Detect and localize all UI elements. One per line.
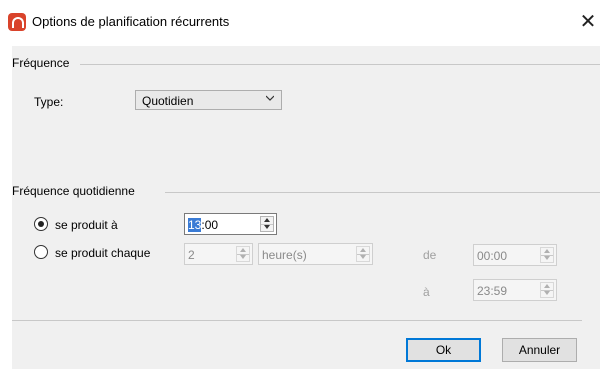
every-unit: heure(s) xyxy=(262,248,307,262)
occurs-at-time-spinner[interactable]: 13:00 xyxy=(184,213,277,235)
occurs-every-radio[interactable] xyxy=(34,245,48,259)
frequence-group-label: Fréquence xyxy=(12,56,70,70)
to-time-spin-buttons xyxy=(540,282,554,298)
every-unit-spin-buttons xyxy=(356,246,370,262)
spin-down-icon[interactable] xyxy=(541,255,553,262)
occurs-at-time-spin-buttons xyxy=(260,216,274,232)
app-logo-icon xyxy=(8,13,26,31)
occurs-at-time-value: 13:00 xyxy=(188,218,218,232)
dialog-body: Fréquence Type: Quotidien Fréquence quot… xyxy=(12,46,600,369)
dialog-window: Options de planification récurrents ✕ Fr… xyxy=(0,0,600,369)
spin-down-icon[interactable] xyxy=(261,224,273,231)
every-value-spinner[interactable]: 2 xyxy=(184,243,253,265)
dialog-title: Options de planification récurrents xyxy=(32,14,230,29)
to-time-spinner[interactable]: 23:59 xyxy=(473,279,557,301)
occurs-at-time-selected-text: 13 xyxy=(188,218,202,232)
every-value-spin-buttons xyxy=(236,246,250,262)
occurs-every-label: se produit chaque xyxy=(55,246,151,260)
from-label: de xyxy=(423,248,437,262)
spin-down-icon[interactable] xyxy=(357,254,369,261)
from-time-spin-buttons xyxy=(540,247,554,263)
type-select[interactable]: Quotidien xyxy=(135,90,282,110)
frequence-group-divider xyxy=(80,64,600,65)
to-time-value: 23:59 xyxy=(477,284,508,298)
type-select-value: Quotidien xyxy=(142,94,194,108)
ok-button[interactable]: Ok xyxy=(406,338,481,362)
close-button[interactable]: ✕ xyxy=(576,8,600,36)
occurs-at-time-rest: :00 xyxy=(201,218,219,232)
from-time-spinner[interactable]: 00:00 xyxy=(473,244,557,266)
daily-group-divider xyxy=(165,192,600,193)
to-label: à xyxy=(423,285,430,299)
chevron-down-icon xyxy=(266,95,274,101)
occurs-at-label: se produit à xyxy=(55,218,118,232)
spin-down-icon[interactable] xyxy=(541,290,553,297)
daily-group-label: Fréquence quotidienne xyxy=(12,184,135,198)
spin-down-icon[interactable] xyxy=(237,254,249,261)
every-unit-spinner[interactable]: heure(s) xyxy=(258,243,373,265)
footer-divider xyxy=(12,320,582,321)
cancel-button[interactable]: Annuler xyxy=(502,338,577,362)
type-label: Type: xyxy=(34,95,64,109)
every-value: 2 xyxy=(188,248,195,262)
title-bar: Options de planification récurrents ✕ xyxy=(0,0,600,38)
from-time-value: 00:00 xyxy=(477,249,508,263)
occurs-at-radio[interactable] xyxy=(34,217,48,231)
